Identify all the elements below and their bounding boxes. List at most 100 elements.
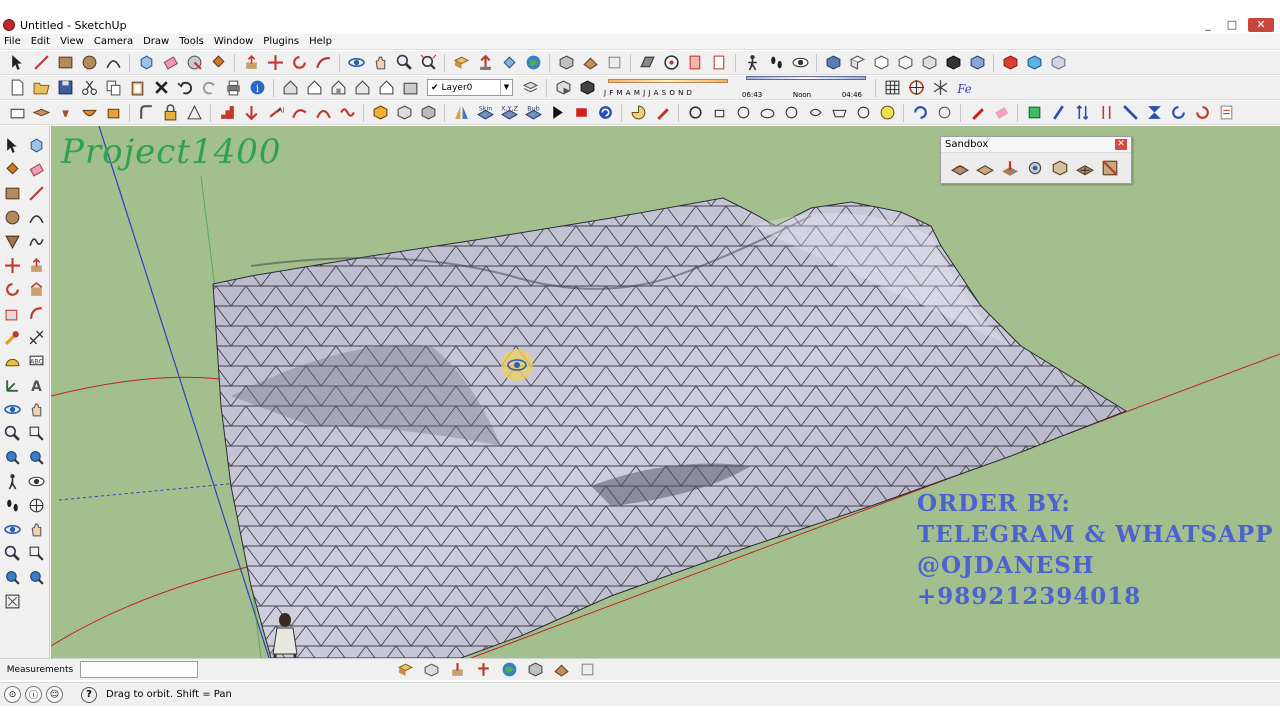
- position-camera-icon[interactable]: [1, 470, 23, 492]
- menu-edit[interactable]: Edit: [31, 36, 50, 47]
- bowl-tool-icon[interactable]: [78, 103, 100, 123]
- model-info-icon[interactable]: i: [246, 78, 268, 98]
- move-tool-icon[interactable]: [1, 254, 23, 276]
- page-tool-icon[interactable]: [1215, 103, 1237, 123]
- share-component-icon[interactable]: [498, 53, 520, 73]
- layer-manager-icon[interactable]: [519, 78, 541, 98]
- line-tool-icon[interactable]: [25, 182, 47, 204]
- section-plane-icon[interactable]: [25, 494, 47, 516]
- open-file-icon[interactable]: [30, 78, 52, 98]
- orbit-tool-icon[interactable]: [1, 398, 23, 420]
- vertical-arrows-icon[interactable]: [1071, 103, 1093, 123]
- rectangle-tool-icon[interactable]: [54, 53, 76, 73]
- zoom-tool-icon[interactable]: [1, 422, 23, 444]
- red-arrows-icon[interactable]: [1095, 103, 1117, 123]
- circle-tool-2-icon[interactable]: [933, 103, 955, 123]
- curve-tool-icon[interactable]: [288, 103, 310, 123]
- shadow-time-track[interactable]: [746, 76, 866, 86]
- menu-file[interactable]: File: [4, 36, 21, 47]
- menu-camera[interactable]: Camera: [94, 36, 133, 47]
- delete-icon[interactable]: [150, 78, 172, 98]
- eraser-pink-icon[interactable]: [990, 103, 1012, 123]
- grid-icon[interactable]: [881, 78, 903, 98]
- plugin-tool-icon[interactable]: [240, 103, 262, 123]
- materials-icon[interactable]: [579, 53, 601, 73]
- walk-tool-icon[interactable]: [1, 494, 23, 516]
- menu-window[interactable]: Window: [214, 36, 253, 47]
- position-camera-icon[interactable]: [660, 53, 682, 73]
- footprints-icon[interactable]: [765, 53, 787, 73]
- shadow-date-slider[interactable]: J F M A M J J A S O N D: [604, 78, 736, 97]
- axes-star-icon[interactable]: [929, 78, 951, 98]
- extrude-tool-icon[interactable]: [102, 103, 124, 123]
- print-icon[interactable]: [222, 78, 244, 98]
- arc-tool-icon[interactable]: [102, 53, 124, 73]
- menu-plugins[interactable]: Plugins: [263, 36, 299, 47]
- cut-icon[interactable]: [78, 78, 100, 98]
- section-plane-icon[interactable]: [636, 53, 658, 73]
- front-view-icon[interactable]: [870, 53, 892, 73]
- push-pull-icon[interactable]: [25, 254, 47, 276]
- diagonal-tool-icon[interactable]: [1119, 103, 1141, 123]
- sandbox-skin-icon[interactable]: Skin: [474, 103, 496, 123]
- shaded-textures-icon[interactable]: [999, 53, 1021, 73]
- display-shadows-icon[interactable]: [576, 78, 598, 98]
- arc-tool-icon[interactable]: [25, 206, 47, 228]
- polygon-tool-icon[interactable]: [1, 230, 23, 252]
- crosshair-icon[interactable]: [905, 78, 927, 98]
- mirror-tool-icon[interactable]: [450, 103, 472, 123]
- get-models-icon[interactable]: [394, 660, 417, 680]
- scale-tool-icon[interactable]: [1, 302, 23, 324]
- materials-icon[interactable]: [550, 660, 573, 680]
- new-file-icon[interactable]: [6, 78, 28, 98]
- pan-tool-icon[interactable]: [369, 53, 391, 73]
- zoom-window-icon[interactable]: [25, 422, 47, 444]
- stamp-icon[interactable]: [1024, 157, 1045, 178]
- cube-tool-icon[interactable]: [393, 103, 415, 123]
- lock-tool-icon[interactable]: [159, 103, 181, 123]
- shadow-month-track[interactable]: [608, 78, 728, 89]
- menu-draw[interactable]: Draw: [143, 36, 169, 47]
- x-ray-icon[interactable]: [966, 53, 988, 73]
- house-left-icon[interactable]: [399, 78, 421, 98]
- pan-alt-icon[interactable]: [25, 518, 47, 540]
- google-earth-icon[interactable]: [522, 53, 544, 73]
- shape-tool-1-icon[interactable]: [684, 103, 706, 123]
- share-model-icon[interactable]: [474, 53, 496, 73]
- text-tool-icon[interactable]: ABC: [25, 350, 47, 372]
- small-tool-icon[interactable]: [54, 103, 76, 123]
- google-earth-icon[interactable]: [498, 660, 521, 680]
- zoom-window-alt-icon[interactable]: [25, 542, 47, 564]
- previous-view-icon[interactable]: [25, 446, 47, 468]
- make-component-icon[interactable]: [25, 134, 47, 156]
- section-fill-icon[interactable]: [684, 53, 706, 73]
- components-icon[interactable]: [524, 660, 547, 680]
- iso-view-icon[interactable]: [822, 53, 844, 73]
- chevron-down-icon[interactable]: ▼: [500, 80, 512, 95]
- select-tool-icon[interactable]: [6, 53, 28, 73]
- add-detail-icon[interactable]: [1074, 157, 1095, 178]
- shape-tool-3-icon[interactable]: [732, 103, 754, 123]
- close-button[interactable]: ✕: [1248, 18, 1274, 32]
- circle-tool-icon[interactable]: [1, 206, 23, 228]
- help-icon[interactable]: ?: [81, 686, 97, 703]
- eraser-tool-icon[interactable]: [159, 53, 181, 73]
- monochrome-icon[interactable]: [1047, 53, 1069, 73]
- paint-bucket-icon[interactable]: [1, 158, 23, 180]
- back-view-icon[interactable]: [918, 53, 940, 73]
- top-view-icon[interactable]: [846, 53, 868, 73]
- save-file-icon[interactable]: [54, 78, 76, 98]
- round-corner-icon[interactable]: [135, 103, 157, 123]
- geo-location-icon[interactable]: ⊙: [4, 686, 21, 703]
- sandbox-title-bar[interactable]: Sandbox ✕: [941, 137, 1131, 153]
- align-tool-icon[interactable]: AN: [264, 103, 286, 123]
- shape-tool-7-icon[interactable]: [828, 103, 850, 123]
- protractor-tool-icon[interactable]: [1, 350, 23, 372]
- pie-tool-icon[interactable]: [627, 103, 649, 123]
- rotate-tool-icon[interactable]: [288, 53, 310, 73]
- house-right-icon[interactable]: [351, 78, 373, 98]
- pan-tool-icon[interactable]: [25, 398, 47, 420]
- select-tool-icon[interactable]: [1, 134, 23, 156]
- shape-tool-9-icon[interactable]: [876, 103, 898, 123]
- sandbox-close-button[interactable]: ✕: [1115, 139, 1127, 150]
